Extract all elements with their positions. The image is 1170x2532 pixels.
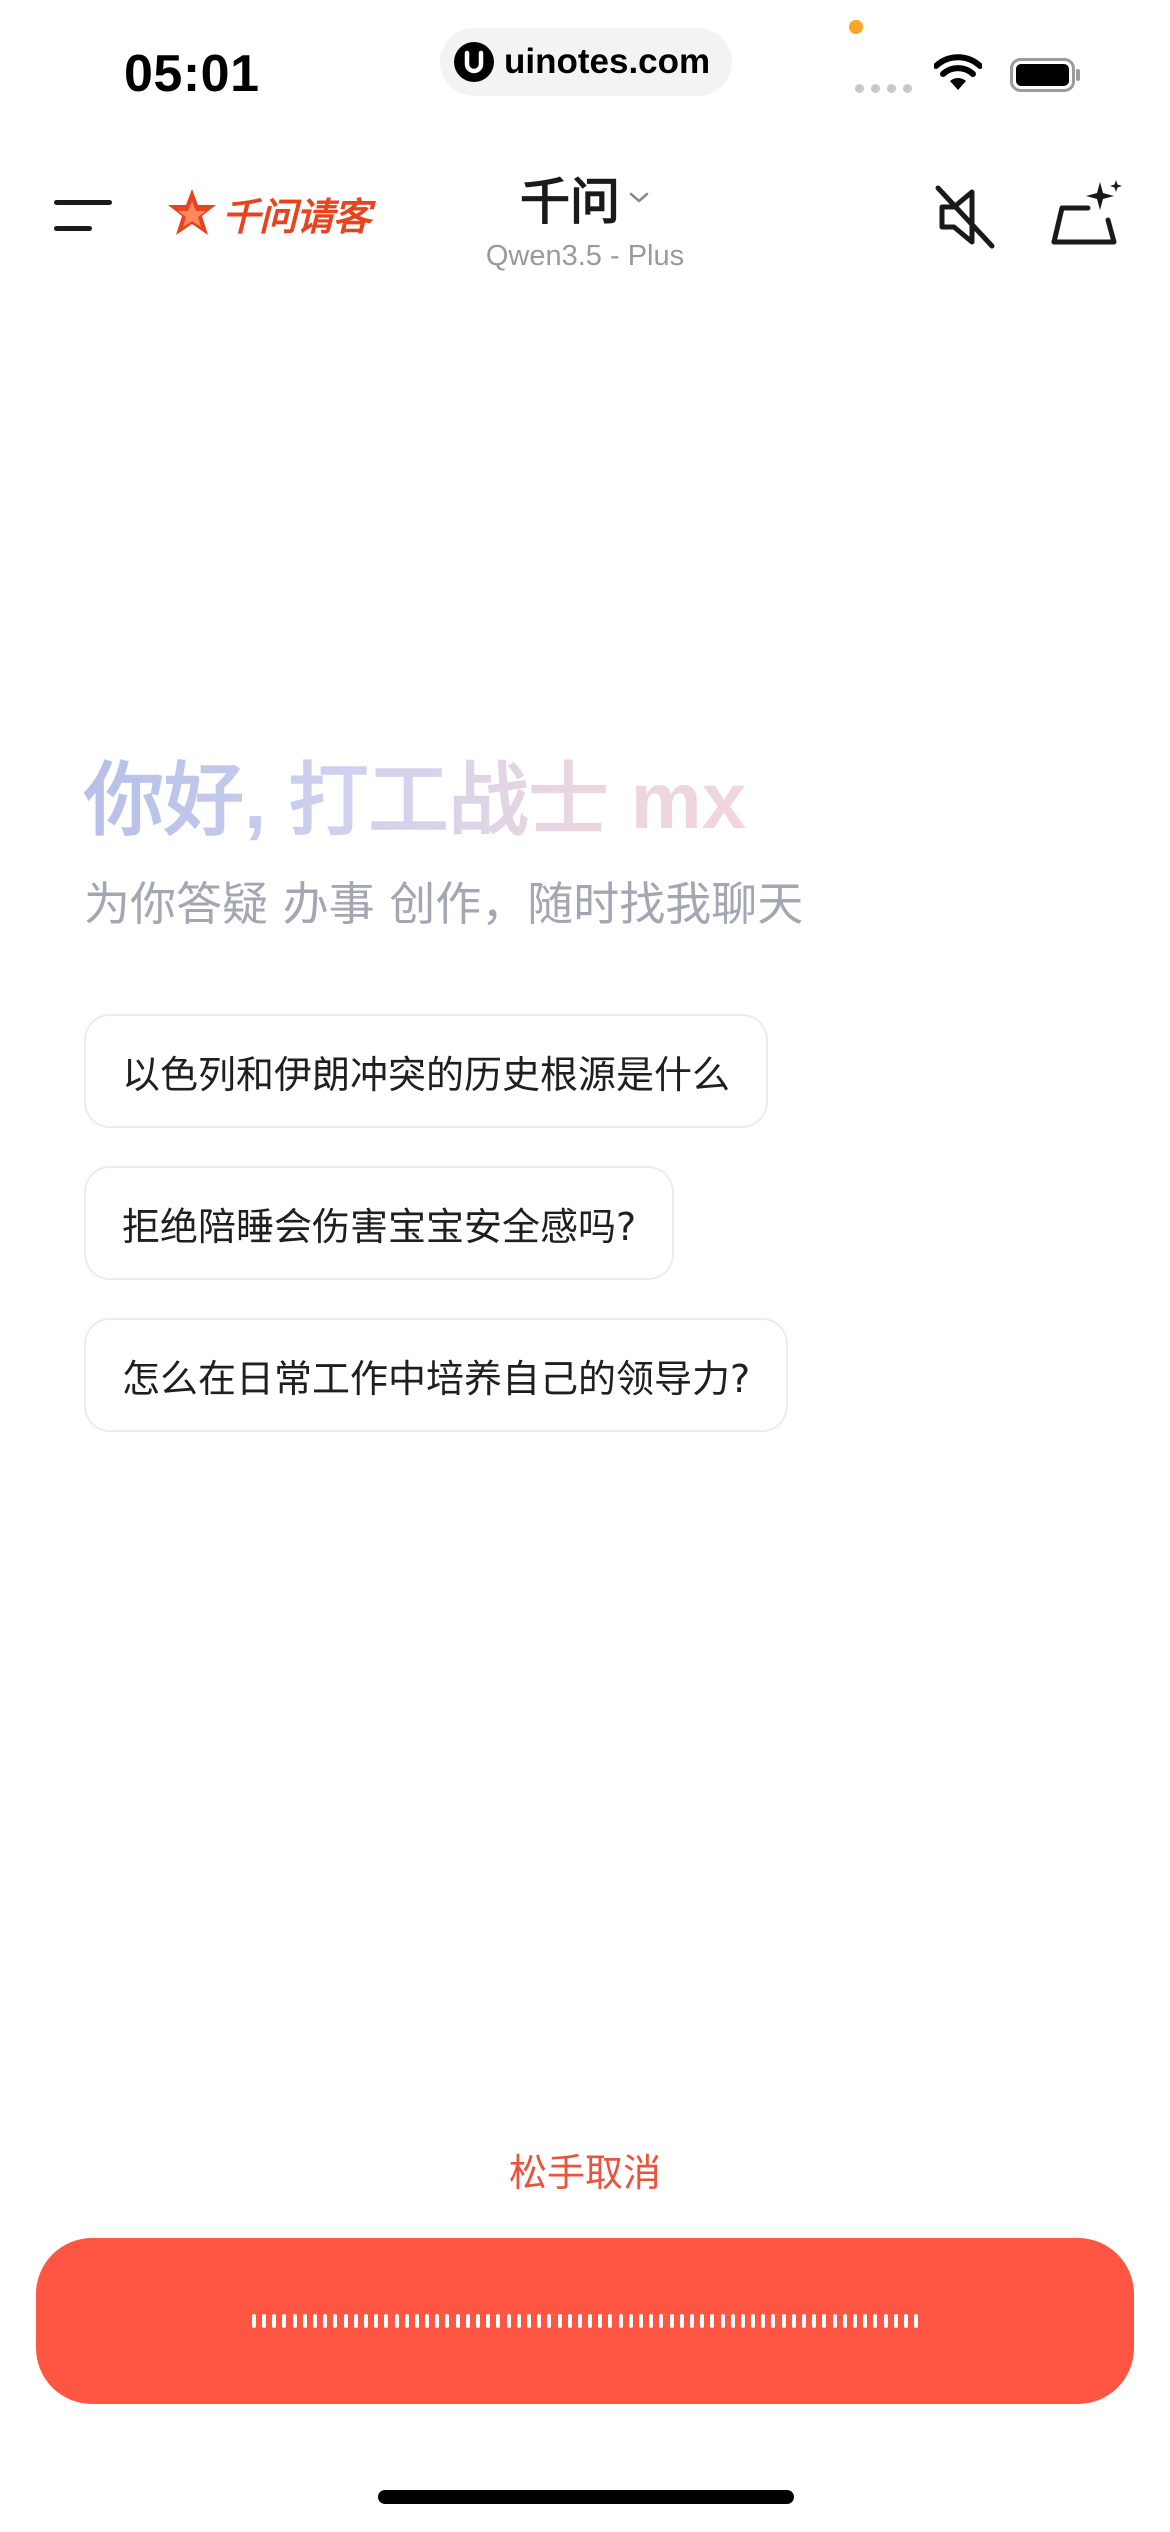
status-time: 05:01	[124, 45, 260, 103]
greeting-title: 你好, 打工战士 mx	[84, 736, 746, 852]
waveform-bar	[761, 2314, 766, 2328]
waveform-bar	[465, 2314, 470, 2328]
waveform-bar	[384, 2314, 389, 2328]
home-indicator[interactable]	[378, 2490, 794, 2504]
waveform-bar	[669, 2314, 674, 2328]
waveform-bar	[659, 2314, 664, 2328]
waveform-bar	[353, 2314, 358, 2328]
waveform-bar	[639, 2314, 644, 2328]
waveform-bar	[313, 2314, 318, 2328]
suggestion-chip[interactable]: 怎么在日常工作中培养自己的领导力?	[84, 1318, 789, 1432]
speaker-muted-icon[interactable]	[932, 182, 998, 252]
waveform-bar	[649, 2314, 654, 2328]
waveform-bar	[394, 2314, 399, 2328]
suggestion-chip[interactable]: 拒绝陪睡会伤害宝宝安全感吗?	[84, 1166, 675, 1280]
waveform-bar	[781, 2314, 786, 2328]
cellular-signal-icon	[855, 84, 912, 93]
waveform-bar	[476, 2314, 481, 2328]
waveform-bar	[445, 2314, 450, 2328]
waveform-bar	[863, 2314, 868, 2328]
waveform-bar	[679, 2314, 684, 2328]
waveform-bar	[700, 2314, 705, 2328]
waveform-bar	[363, 2314, 368, 2328]
sparkle-icon[interactable]	[1048, 178, 1122, 250]
waveform-bar	[751, 2314, 756, 2328]
waveform-bar	[425, 2314, 430, 2328]
waveform-bar	[740, 2314, 745, 2328]
chevron-down-icon	[629, 192, 649, 203]
waveform-bar	[374, 2314, 379, 2328]
waveform-bar	[730, 2314, 735, 2328]
waveform-bar	[302, 2314, 307, 2328]
waveform-bar	[404, 2314, 409, 2328]
waveform-bar	[608, 2314, 613, 2328]
waveform-bar	[903, 2314, 908, 2328]
waveform-bar	[496, 2314, 501, 2328]
greeting-subtitle: 为你答疑 办事 创作，随时找我聊天	[84, 877, 804, 931]
privacy-indicator-dot	[849, 20, 863, 34]
waveform-bar	[262, 2314, 267, 2328]
waveform-bar	[588, 2314, 593, 2328]
waveform-bar	[628, 2314, 633, 2328]
audio-waveform	[251, 2314, 919, 2328]
waveform-bar	[537, 2314, 542, 2328]
waveform-bar	[577, 2314, 582, 2328]
suggestion-chip[interactable]: 以色列和伊朗冲突的历史根源是什么	[84, 1014, 769, 1128]
waveform-bar	[343, 2314, 348, 2328]
waveform-bar	[526, 2314, 531, 2328]
waveform-bar	[710, 2314, 715, 2328]
waveform-bar	[893, 2314, 898, 2328]
waveform-bar	[771, 2314, 776, 2328]
waveform-bar	[567, 2314, 572, 2328]
waveform-bar	[251, 2314, 256, 2328]
url-text: uinotes.com	[504, 42, 711, 81]
waveform-bar	[282, 2314, 287, 2328]
waveform-bar	[720, 2314, 725, 2328]
site-logo-icon	[454, 42, 494, 82]
waveform-bar	[557, 2314, 562, 2328]
waveform-bar	[842, 2314, 847, 2328]
waveform-bar	[547, 2314, 552, 2328]
release-to-cancel-hint: 松手取消	[508, 2151, 661, 2195]
waveform-bar	[618, 2314, 623, 2328]
waveform-bar	[598, 2314, 603, 2328]
model-name: 千问	[520, 173, 620, 231]
voice-record-button[interactable]	[36, 2238, 1134, 2404]
waveform-bar	[873, 2314, 878, 2328]
waveform-bar	[455, 2314, 460, 2328]
waveform-bar	[292, 2314, 297, 2328]
wifi-icon	[934, 54, 982, 90]
screen: 05:01 uinotes.com 千问请客 千问 Qwen3.5 - Plus…	[0, 0, 1170, 2532]
battery-icon	[1010, 58, 1080, 92]
waveform-bar	[323, 2314, 328, 2328]
waveform-bar	[914, 2314, 919, 2328]
waveform-bar	[272, 2314, 277, 2328]
waveform-bar	[689, 2314, 694, 2328]
waveform-bar	[791, 2314, 796, 2328]
waveform-bar	[516, 2314, 521, 2328]
waveform-bar	[883, 2314, 888, 2328]
waveform-bar	[802, 2314, 807, 2328]
url-pill[interactable]: uinotes.com	[440, 28, 732, 96]
waveform-bar	[414, 2314, 419, 2328]
waveform-bar	[822, 2314, 827, 2328]
waveform-bar	[486, 2314, 491, 2328]
waveform-bar	[832, 2314, 837, 2328]
waveform-bar	[435, 2314, 440, 2328]
waveform-bar	[852, 2314, 857, 2328]
waveform-bar	[506, 2314, 511, 2328]
waveform-bar	[333, 2314, 338, 2328]
waveform-bar	[812, 2314, 817, 2328]
